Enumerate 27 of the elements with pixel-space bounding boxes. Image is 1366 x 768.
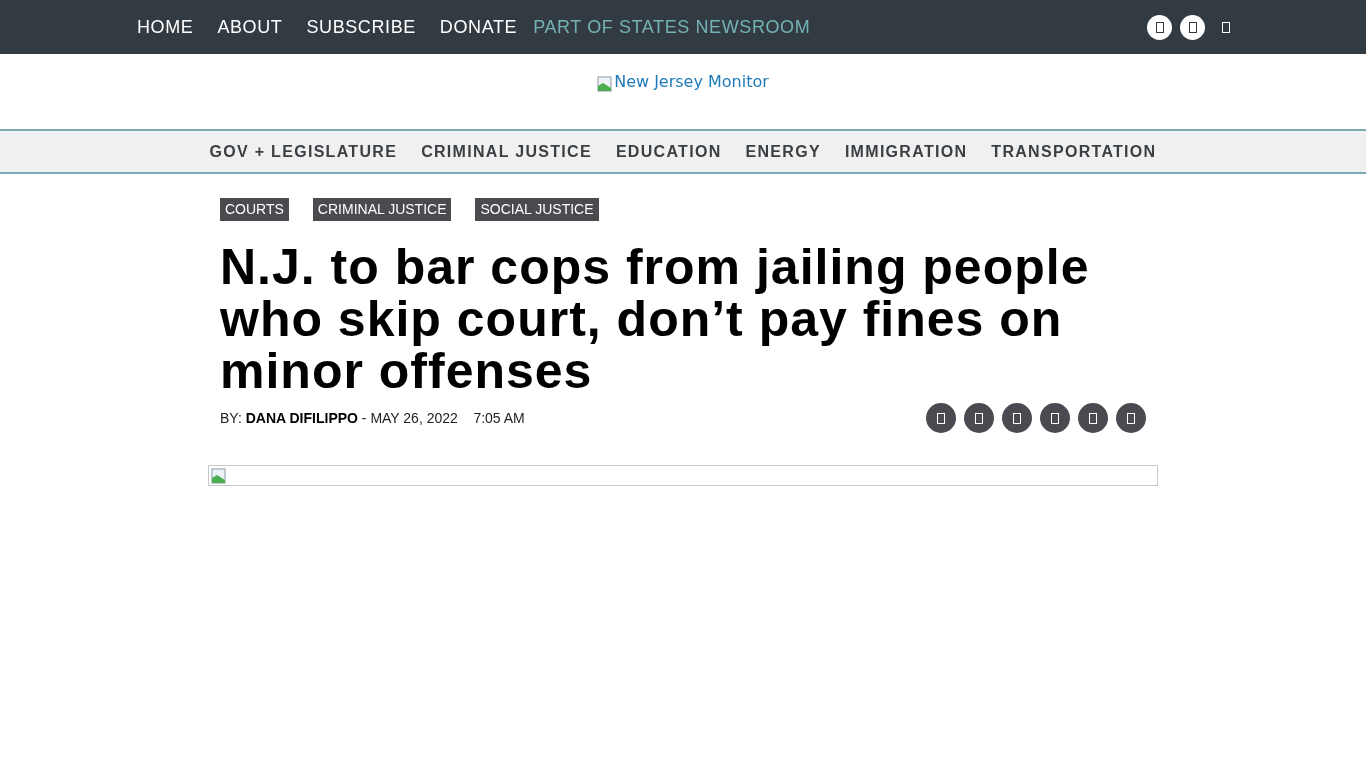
category-tag[interactable]: CRIMINAL JUSTICE [312, 198, 452, 221]
site-logo-link[interactable]: New Jersey Monitor [597, 70, 769, 94]
headline: N.J. to bar cops from jailing people who skip court, don’t pay fines on minor offenses [220, 241, 1091, 397]
share-icon[interactable] [1116, 403, 1146, 433]
section-link[interactable]: CRIMINAL JUSTICE [421, 139, 592, 164]
nav-link[interactable]: SUBSCRIBE [306, 13, 416, 41]
category-tag[interactable]: COURTS [220, 198, 289, 221]
byline: BY: DANA DIFILIPPO - MAY 26, 2022 7:05 AM [220, 408, 525, 428]
share-icon[interactable] [1040, 403, 1070, 433]
share-icon[interactable] [1002, 403, 1032, 433]
section-link[interactable]: ENERGY [745, 139, 821, 164]
share-icon[interactable] [926, 403, 956, 433]
nav-link[interactable]: HOME [137, 13, 194, 41]
category-tag[interactable]: SOCIAL JUSTICE [475, 198, 599, 221]
nav-link[interactable]: ABOUT [217, 13, 283, 41]
share-icon[interactable] [1078, 403, 1108, 433]
broken-image-icon [597, 76, 614, 92]
share-icon[interactable] [964, 403, 994, 433]
social-icon[interactable] [1180, 14, 1205, 40]
social-icon[interactable] [1147, 14, 1172, 40]
section-link[interactable]: TRANSPORTATION [991, 139, 1157, 164]
nav-link[interactable]: DONATE [439, 13, 518, 41]
section-link[interactable]: GOV + LEGISLATURE [209, 139, 398, 164]
section-link[interactable]: IMMIGRATION [844, 139, 968, 164]
section-link[interactable]: EDUCATION [615, 139, 722, 164]
broken-image-icon [211, 468, 227, 484]
tagline: PART OF STATES NEWSROOM [533, 15, 811, 39]
